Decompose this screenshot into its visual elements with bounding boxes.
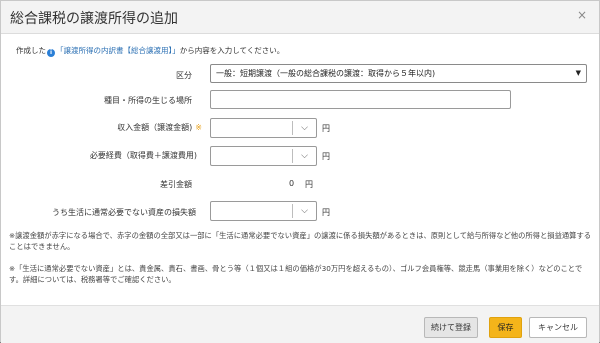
loss-label: うち生活に通常必要でない資産の損失額 (52, 208, 196, 217)
dialog-footer: 続けて登録 保存 キャンセル (1, 305, 599, 343)
note-nonessential-assets: ※「生活に通常必要でない資産」とは、貴金属、貴石、書画、骨とう等（１個又は１組の… (9, 264, 583, 284)
loss-unit: 円 (322, 208, 330, 217)
intro-text: 作成した i 「譲渡所得の内訳書【総合譲渡用】」から内容を入力してください。 (16, 45, 284, 57)
close-icon[interactable]: × (577, 8, 587, 22)
chevron-down-icon[interactable]: ⌵ (293, 147, 316, 165)
chevron-down-icon[interactable]: ⌵ (293, 119, 316, 137)
difference-unit: 円 (305, 180, 313, 189)
intro-after: から内容を入力してください。 (179, 46, 285, 55)
caret-down-icon: ▼ (575, 69, 581, 77)
save-button[interactable]: 保存 (489, 317, 522, 338)
dialog-header: 総合課税の譲渡所得の追加 × (1, 1, 599, 34)
place-label: 種目・所得の生じる場所 (104, 96, 192, 105)
loss-amount-input[interactable]: ⌵ (210, 201, 317, 221)
cancel-button[interactable]: キャンセル (529, 317, 587, 338)
info-icon: i (47, 49, 55, 57)
income-label: 収入金額（譲渡金額) ※ (41, 122, 202, 133)
category-select[interactable]: 一般：短期譲渡（一般の総合課税の譲渡：取得から５年以内) ▼ (210, 64, 587, 83)
income-amount-input[interactable]: ⌵ (210, 118, 317, 138)
breakdown-link[interactable]: 「譲渡所得の内訳書【総合譲渡用】」 (56, 46, 180, 55)
required-mark: ※ (195, 123, 202, 132)
add-capital-gains-dialog: 総合課税の譲渡所得の追加 × 作成した i 「譲渡所得の内訳書【総合譲渡用】」から内… (0, 0, 600, 343)
difference-value: 0 (289, 179, 295, 188)
income-unit: 円 (322, 124, 330, 133)
category-label: 区分 (176, 71, 192, 80)
income-label-text: 収入金額（譲渡金額) (117, 123, 193, 132)
note-loss-offset: ※譲渡金額が赤字になる場合で、赤字の金額の全部又は一部に「生活に通常必要でない資… (9, 231, 592, 251)
expenses-amount-input[interactable]: ⌵ (210, 146, 317, 166)
chevron-down-icon[interactable]: ⌵ (293, 202, 316, 220)
intro-before: 作成した (16, 46, 46, 55)
place-input[interactable] (210, 90, 511, 109)
dialog-title: 総合課税の譲渡所得の追加 (10, 11, 178, 27)
continue-register-button[interactable]: 続けて登録 (424, 317, 478, 338)
expenses-label: 必要経費（取得費＋譲渡費用) (89, 151, 197, 160)
difference-label: 差引金額 (160, 180, 192, 189)
category-value: 一般：短期譲渡（一般の総合課税の譲渡：取得から５年以内) (216, 69, 436, 78)
expenses-unit: 円 (322, 152, 330, 161)
